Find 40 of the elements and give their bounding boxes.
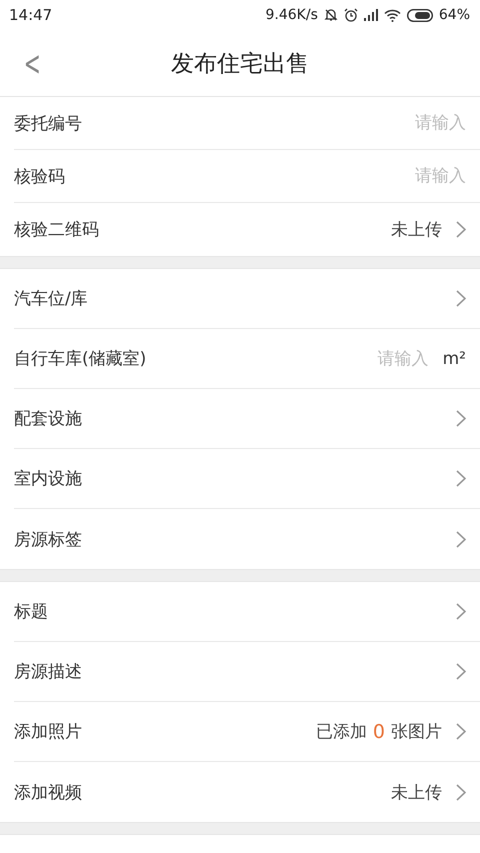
signal-icon (364, 9, 378, 21)
unit-label: m² (442, 348, 466, 368)
photo-count: 0 (372, 720, 385, 742)
back-button[interactable]: < (20, 44, 44, 84)
battery-percent: 64% (438, 7, 470, 23)
mute-bell-icon (324, 8, 338, 22)
page-title: 发布住宅出售 (171, 50, 309, 78)
chevron-icon (456, 530, 466, 548)
row-label: 添加照片 (14, 721, 83, 743)
row-value: 已添加 (316, 721, 367, 743)
row-value: 未上传 (391, 782, 442, 804)
network-speed: 9.46K/s (266, 7, 318, 23)
chevron-icon (456, 221, 466, 238)
row-label: 委托编号 (14, 112, 83, 134)
alarm-icon (344, 8, 358, 22)
text-field[interactable]: 请输入 (356, 166, 466, 186)
text-field[interactable]: 请输入 (328, 348, 439, 368)
row-label: 核验码 (14, 166, 66, 188)
row-label: 配套设施 (14, 408, 83, 430)
row-label: 自行车库(储藏室) (14, 348, 148, 370)
chevron-icon (456, 663, 466, 680)
row-label: 房源标签 (14, 528, 83, 550)
text-field[interactable]: 请输入 (356, 113, 466, 133)
row-label: 标题 (14, 601, 49, 623)
row-label: 汽车位/库 (14, 288, 89, 310)
wifi-icon (384, 8, 401, 22)
row-value: 张图片 (391, 721, 442, 743)
row-label: 核验二维码 (14, 219, 100, 241)
row-label: 房源描述 (14, 661, 83, 683)
chevron-icon (456, 470, 466, 487)
chevron-icon (456, 723, 466, 740)
status-time: 14:47 (9, 6, 52, 24)
row-value: 未上传 (391, 219, 442, 241)
chevron-icon (456, 290, 466, 307)
chevron-icon (456, 784, 466, 800)
row-label: 室内设施 (14, 468, 83, 490)
battery-icon (406, 8, 433, 22)
chevron-icon (456, 603, 466, 620)
row-label: 添加视频 (14, 782, 83, 804)
chevron-icon (456, 410, 466, 427)
